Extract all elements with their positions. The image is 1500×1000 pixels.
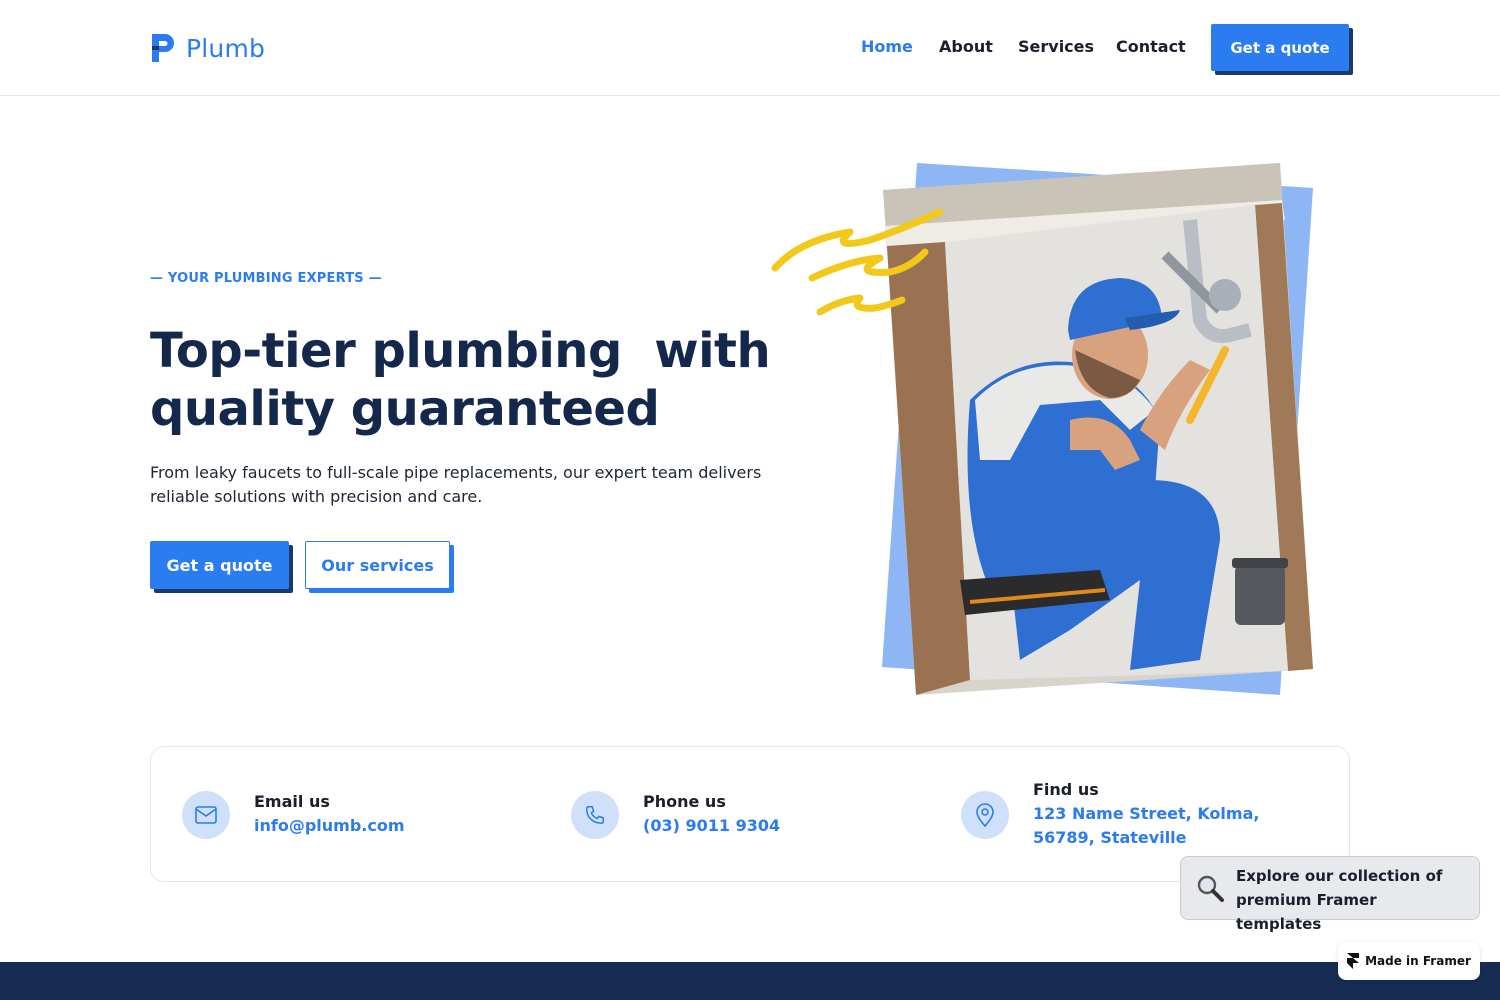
hero-plumber-image (771, 163, 1313, 695)
email-label: Email us (254, 792, 330, 811)
plumber-photo (883, 163, 1313, 695)
mail-icon (182, 791, 230, 839)
location-link[interactable]: 123 Name Street, Kolma, 56789, Statevill… (1033, 802, 1303, 850)
header-get-quote-button[interactable]: Get a quote (1211, 24, 1349, 71)
email-link[interactable]: info@plumb.com (254, 814, 405, 838)
brand-logo[interactable]: Plumb (150, 32, 265, 64)
nav-item-home[interactable]: Home (861, 37, 913, 56)
nav-item-services[interactable]: Services (1018, 37, 1094, 56)
nav-item-about[interactable]: About (939, 37, 993, 56)
phone-link[interactable]: (03) 9011 9304 (643, 814, 780, 838)
contact-info-card: Email us info@plumb.com Phone us (03) 90… (150, 746, 1350, 882)
magnifier-icon (1197, 875, 1224, 902)
framer-templates-promo[interactable]: Explore our collection of premium Framer… (1180, 856, 1480, 933)
footer-band (0, 962, 1500, 1000)
contact-email: Email us info@plumb.com (151, 747, 541, 883)
site-header: Plumb Home About Services Contact Get a … (0, 0, 1500, 96)
hero-get-quote-button[interactable]: Get a quote (150, 541, 289, 589)
hero-description: From leaky faucets to full-scale pipe re… (150, 463, 762, 506)
nav-item-contact[interactable]: Contact (1116, 37, 1186, 56)
brand-name: Plumb (186, 33, 266, 63)
contact-phone: Phone us (03) 9011 9304 (541, 747, 931, 883)
framer-logo-icon (1347, 953, 1360, 969)
hero-our-services-button[interactable]: Our services (305, 541, 450, 589)
hero-title-line-1: Top-tier plumbing with (150, 323, 771, 379)
phone-icon (571, 791, 619, 839)
map-pin-icon (961, 791, 1009, 839)
hero-title-line-2: quality guaranteed (150, 381, 660, 437)
hero-title: Top-tier plumbing with quality guarantee… (150, 322, 790, 438)
made-in-framer-badge[interactable]: Made in Framer (1338, 942, 1480, 980)
framer-promo-text: Explore our collection of premium Framer… (1236, 867, 1443, 933)
location-label: Find us (1033, 780, 1099, 799)
phone-label: Phone us (643, 792, 726, 811)
made-in-framer-label: Made in Framer (1365, 954, 1471, 968)
hero-eyebrow: — YOUR PLUMBING EXPERTS — (150, 271, 382, 286)
logo-mark-icon (152, 34, 174, 62)
